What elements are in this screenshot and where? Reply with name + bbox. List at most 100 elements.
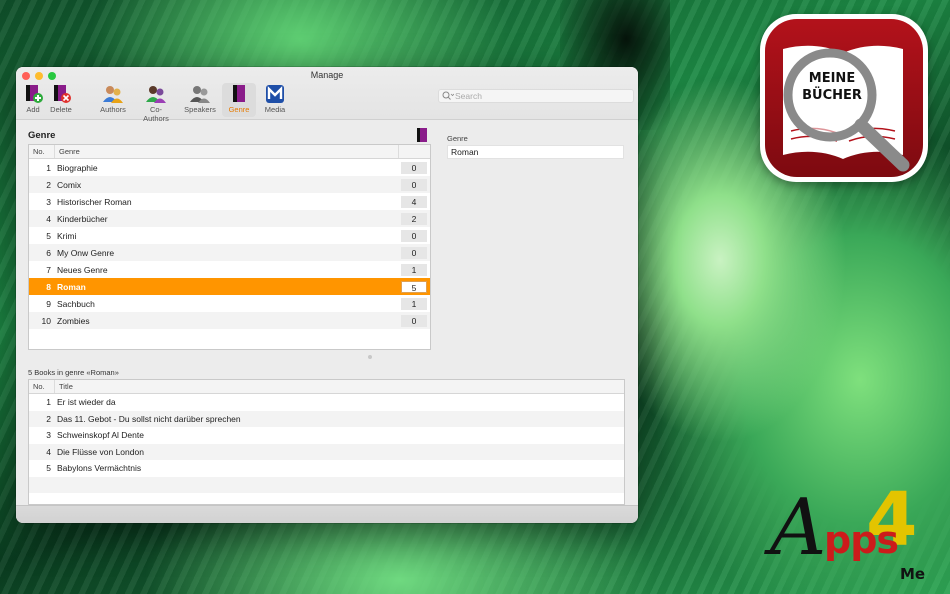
book-row-title: Er ist wieder da	[57, 397, 116, 408]
logo-me: Me	[900, 565, 926, 583]
toolbar: Add Delete Authors Co-Authors Speakers G…	[16, 83, 638, 123]
book-rows: 1 Er ist wieder da 2 Das 11. Gebot - Du sol…	[29, 394, 624, 510]
genre-row[interactable]: 8 Roman 5	[29, 278, 430, 295]
genre-row-count: 4	[401, 195, 427, 208]
delete-button[interactable]: Delete	[44, 83, 78, 117]
window-title: Manage	[310, 70, 344, 80]
genre-row-count: 2	[401, 212, 427, 225]
book-row[interactable]: 5 Babylons Vermächtnis	[29, 460, 624, 477]
genre-row-count: 0	[401, 229, 427, 242]
delete-book-icon	[44, 83, 78, 105]
genre-icon	[222, 83, 256, 105]
genre-name-field[interactable]: Roman	[447, 145, 624, 159]
col-header-no[interactable]: No.	[29, 145, 55, 158]
co-authors-icon	[138, 83, 174, 105]
genre-row-name: Biographie	[57, 162, 98, 173]
media-label: Media	[264, 105, 286, 114]
genre-row-no: 4	[46, 213, 51, 224]
authors-label: Authors	[100, 105, 126, 114]
speakers-button[interactable]: Speakers	[183, 83, 217, 117]
genre-row-no: 2	[46, 179, 51, 190]
genre-rows: 1 Biographie 0 2 Comix 0 3 Historischer Roman 4 4…	[29, 159, 430, 329]
genre-row-count: 0	[401, 161, 427, 174]
book-row[interactable]: 3 Schweinskopf Al Dente	[29, 427, 624, 444]
genre-row-name: Roman	[57, 281, 86, 292]
titlebar: Manage Add Delete Authors Co-Authors Spe…	[16, 67, 638, 123]
app-name: MEINE BÜCHER	[787, 70, 877, 104]
books-table-header: No. Title	[29, 380, 624, 394]
book-row-no: 5	[46, 463, 51, 474]
media-icon	[258, 83, 292, 105]
book-row[interactable]: 1 Er ist wieder da	[29, 394, 624, 411]
apps4me-logo: 4 A pps Me	[770, 480, 945, 588]
book-row[interactable]: 2 Das 11. Gebot - Du sollst nicht darüber…	[29, 410, 624, 427]
co-authors-button[interactable]: Co-Authors	[138, 83, 174, 123]
content-area: Genre No. Genre 1 Biographie 0 2 Comix 0 3 Hist…	[16, 121, 638, 505]
books-table: No. Title 1 Er ist wieder da 2 Das 11. Gebo…	[28, 379, 625, 505]
genre-row[interactable]: 7 Neues Genre 1	[29, 261, 430, 278]
app-name-line1: MEINE	[808, 71, 856, 86]
genre-field-label: Genre	[447, 134, 468, 143]
genre-row[interactable]: 10 Zombies 0	[29, 312, 430, 329]
logo-a: A	[770, 483, 827, 573]
genre-row-no: 7	[46, 264, 51, 275]
genre-row-name: Krimi	[57, 230, 77, 241]
genre-row-no: 8	[46, 281, 51, 292]
manage-window: Manage Add Delete Authors Co-Authors Spe…	[16, 67, 638, 523]
empty-row	[29, 476, 624, 493]
genre-row[interactable]: 9 Sachbuch 1	[29, 295, 430, 312]
status-bar	[16, 505, 638, 523]
genre-row-name: Kinderbücher	[57, 213, 108, 224]
genre-row-count: 0	[401, 178, 427, 191]
genre-row-count: 1	[401, 263, 427, 276]
genre-row-count: 1	[401, 297, 427, 310]
genre-row-name: Neues Genre	[57, 264, 108, 275]
genre-row[interactable]: 2 Comix 0	[29, 176, 430, 193]
genre-table-header: No. Genre	[29, 145, 430, 159]
genre-row[interactable]: 3 Historischer Roman 4	[29, 193, 430, 210]
app-name-line2: BÜCHER	[802, 88, 862, 103]
genre-section-icon	[416, 128, 428, 144]
books-caption: 5 Books in genre «Roman»	[28, 368, 119, 377]
col-header-title[interactable]: Title	[55, 380, 624, 393]
genre-row-count: 5	[401, 280, 427, 293]
book-row[interactable]: 4 Die Flüsse von London	[29, 443, 624, 460]
col-header-book-no[interactable]: No.	[29, 380, 55, 393]
genre-label: Genre	[228, 105, 250, 114]
book-row-title: Das 11. Gebot - Du sollst nicht darüber …	[57, 413, 241, 424]
book-row-title: Schweinskopf Al Dente	[57, 430, 144, 441]
search-icon	[442, 91, 455, 104]
genre-button[interactable]: Genre	[222, 83, 256, 117]
genre-row-no: 9	[46, 298, 51, 309]
book-row-no: 4	[46, 446, 51, 457]
speakers-label: Speakers	[184, 105, 216, 114]
genre-section-title: Genre	[28, 130, 56, 141]
genre-table: No. Genre 1 Biographie 0 2 Comix 0 3 Historisch…	[28, 144, 431, 350]
genre-row[interactable]: 4 Kinderbücher 2	[29, 210, 430, 227]
authors-icon	[96, 83, 130, 105]
genre-row[interactable]: 1 Biographie 0	[29, 159, 430, 176]
genre-row-count: 0	[401, 314, 427, 327]
authors-button[interactable]: Authors	[96, 83, 130, 117]
col-header-genre[interactable]: Genre	[55, 145, 399, 158]
genre-row[interactable]: 5 Krimi 0	[29, 227, 430, 244]
genre-row-name: Comix	[57, 179, 82, 190]
genre-row-name: My Onw Genre	[57, 247, 115, 258]
genre-row-count: 0	[401, 246, 427, 259]
genre-row-name: Sachbuch	[57, 298, 95, 309]
media-button[interactable]: Media	[258, 83, 292, 117]
search-placeholder: Search	[455, 91, 482, 101]
genre-row[interactable]: 6 My Onw Genre 0	[29, 244, 430, 261]
genre-row-no: 10	[41, 315, 51, 326]
logo-pps: pps	[824, 518, 899, 562]
speakers-icon	[183, 83, 217, 105]
genre-row-name: Zombies	[57, 315, 90, 326]
book-row-no: 3	[46, 430, 51, 441]
search-input[interactable]: Search	[438, 89, 634, 103]
genre-row-no: 1	[46, 162, 51, 173]
split-handle[interactable]	[368, 355, 372, 359]
book-row-no: 2	[46, 413, 51, 424]
book-row-no: 1	[46, 397, 51, 408]
book-row-title: Die Flüsse von London	[57, 446, 144, 457]
delete-label: Delete	[50, 105, 72, 114]
